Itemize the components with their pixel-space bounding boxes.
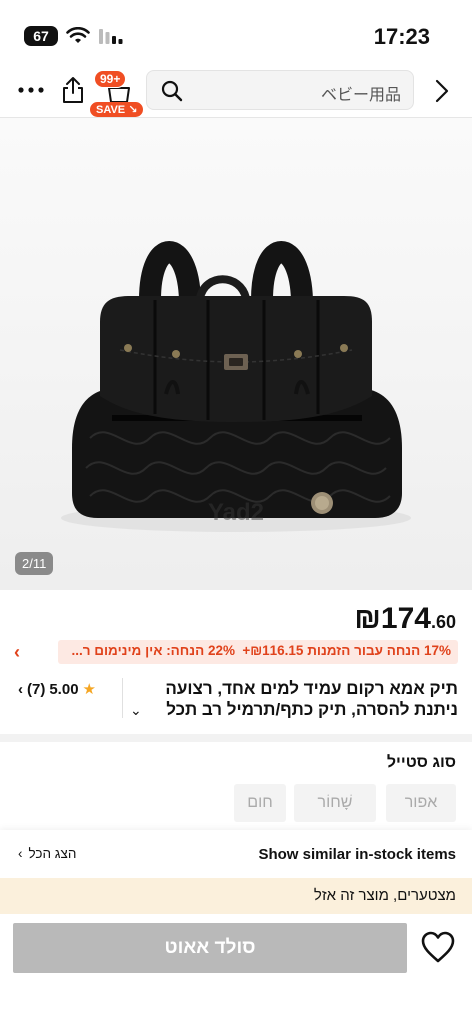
chevron-left-icon: ‹ (14, 642, 20, 662)
style-label: סוג סטייל (386, 754, 456, 771)
wifi-icon (66, 27, 90, 43)
rating[interactable]: ‹ (7) 5.00 ★ (18, 680, 96, 699)
status-indicators: 67 (24, 26, 124, 46)
title-fade (138, 700, 168, 722)
chevron-left-icon: ‹ (18, 846, 23, 861)
signal-icon (99, 29, 123, 44)
image-counter: 2/11 (15, 552, 54, 575)
soldout-notice-text: מצטערים, מוצר זה אזל (313, 887, 456, 904)
soldout-notice: מצטערים, מוצר זה אזל (0, 878, 472, 914)
chevron-left-icon: ‹ (18, 680, 23, 698)
heart-icon (421, 931, 455, 963)
backpack-image: Yad2 (61, 241, 411, 532)
coupon-tag[interactable]: 17% הנחה עבור הזמנות ₪116.15+ (235, 640, 458, 664)
search-icon (161, 80, 183, 102)
wishlist-button[interactable] (420, 930, 456, 964)
similar-items-text: Show similar in-stock items (258, 846, 456, 863)
title-separator (122, 678, 123, 718)
chevron-down-icon[interactable]: ⌄ (130, 702, 142, 719)
style-option-gray[interactable]: אפור (386, 784, 456, 822)
cart-count-badge: 99+ (94, 70, 127, 88)
top-bar: 99+ SAVE ↘ ベビー用品 (0, 62, 472, 118)
watermark-text: Yad2 (208, 499, 264, 526)
star-icon: ★ (82, 681, 96, 698)
share-icon (63, 77, 83, 103)
coupon-tag[interactable]: 22% הנחה: אין מינימום ר... (58, 640, 242, 664)
price-main: 174 (380, 602, 431, 635)
status-time: 17:23 (373, 24, 430, 49)
cart-button[interactable]: 99+ SAVE ↘ (90, 68, 144, 118)
chevron-right-icon (435, 79, 449, 103)
product-title[interactable]: תיק אמא רקום עמיד למים אחד, רצועה ניתנת … (124, 678, 458, 720)
trend-down-icon: ↘ (128, 104, 138, 116)
style-option-black[interactable]: שָׁחוֹר (294, 784, 376, 822)
search-input[interactable]: ベビー用品 (146, 70, 414, 110)
more-horizontal-icon (18, 87, 44, 93)
section-divider (0, 734, 472, 742)
search-placeholder: ベビー用品 (320, 87, 401, 104)
status-bar: 67 17:23 (0, 0, 472, 70)
review-count: (7) (27, 680, 46, 698)
product-image-carousel[interactable]: Yad2 (0, 118, 472, 590)
share-button[interactable] (58, 74, 88, 106)
coupon-row[interactable]: 17% הנחה עבור הזמנות ₪116.15+ 22% הנחה: … (0, 640, 472, 664)
price: ₪174.60 (354, 602, 456, 636)
save-badge-label: SAVE (96, 104, 126, 116)
price-currency: ₪ (354, 602, 381, 635)
show-all-link[interactable]: ‹ הצג הכל (18, 846, 76, 861)
battery-indicator: 67 (24, 26, 58, 46)
show-all-label: הצג הכל (28, 846, 77, 861)
style-option-brown[interactable]: חום (234, 784, 286, 822)
more-button[interactable] (14, 76, 48, 104)
save-badge: SAVE ↘ (90, 102, 144, 117)
bottom-action-bar: סולד אאוט (0, 914, 472, 1024)
forward-button[interactable] (430, 78, 454, 104)
price-decimal: .60 (430, 612, 456, 632)
rating-value: 5.00 (49, 680, 79, 698)
sold-out-button[interactable]: סולד אאוט (13, 923, 407, 973)
similar-items-bar[interactable]: Show similar in-stock items ‹ הצג הכל (0, 830, 472, 878)
